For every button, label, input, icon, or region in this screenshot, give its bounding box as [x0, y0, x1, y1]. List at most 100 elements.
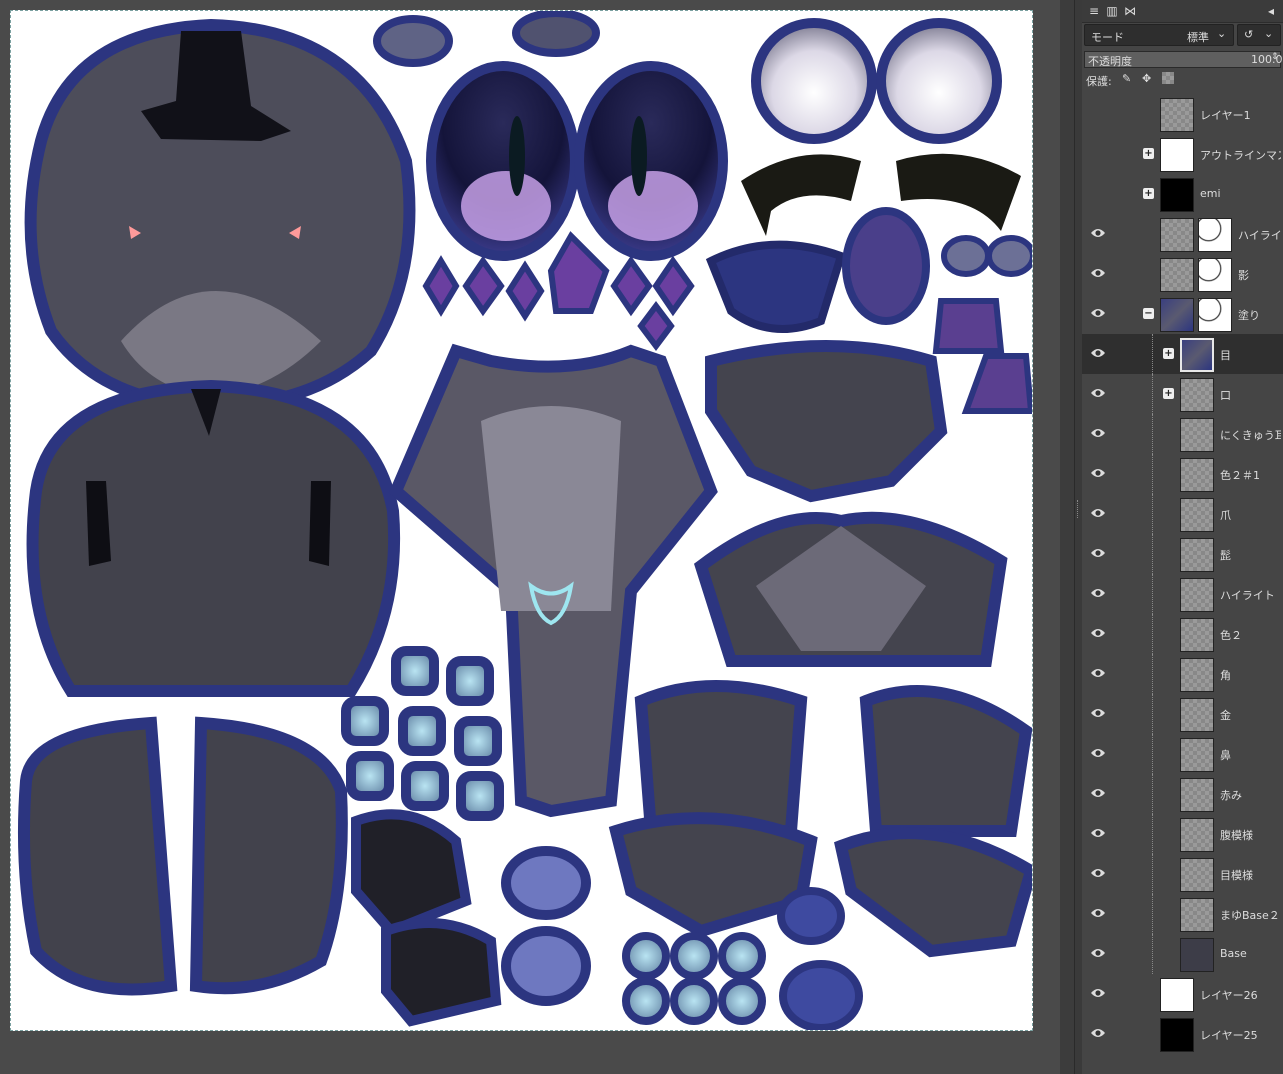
- expand-icon[interactable]: +: [1143, 188, 1154, 199]
- splitter-grip[interactable]: [1077, 500, 1081, 518]
- layer-row[interactable]: レイヤー26: [1082, 974, 1283, 1014]
- eye-hidden-icon[interactable]: [1090, 187, 1106, 199]
- eye-icon[interactable]: [1090, 867, 1106, 879]
- eye-icon[interactable]: [1090, 787, 1106, 799]
- eye-icon[interactable]: [1090, 467, 1106, 479]
- layer-thumbnail: [1180, 698, 1214, 732]
- layer-row[interactable]: 髭: [1082, 534, 1283, 574]
- mode-dropdown[interactable]: モード 標準 ⌄: [1084, 24, 1234, 46]
- layer-row[interactable]: 爪: [1082, 494, 1283, 534]
- spin-arrows-icon[interactable]: ⇕: [1271, 52, 1279, 62]
- layer-row[interactable]: 色２＃1: [1082, 454, 1283, 494]
- layer-thumbnail: [1180, 858, 1214, 892]
- layer-name: 角: [1220, 669, 1231, 682]
- eye-hidden-icon[interactable]: [1090, 107, 1106, 119]
- layer-thumbnail: [1160, 1018, 1194, 1052]
- layer-row[interactable]: 色２: [1082, 614, 1283, 654]
- layer-row[interactable]: 影: [1082, 254, 1283, 294]
- tree-line: [1152, 454, 1153, 494]
- layer-row[interactable]: + emi: [1082, 174, 1283, 214]
- layer-thumbnail: [1180, 898, 1214, 932]
- layer-name: 口: [1220, 389, 1231, 402]
- eye-icon[interactable]: [1090, 827, 1106, 839]
- mode-label: モード: [1091, 31, 1124, 44]
- layer-row[interactable]: + 目: [1082, 334, 1283, 374]
- layer-row[interactable]: 腹模様: [1082, 814, 1283, 854]
- layer-mask-thumbnail: [1198, 258, 1232, 292]
- eye-icon[interactable]: [1090, 627, 1106, 639]
- eye-icon[interactable]: [1090, 987, 1106, 999]
- eye-icon[interactable]: [1090, 1027, 1106, 1039]
- eye-icon[interactable]: [1090, 427, 1106, 439]
- layer-row[interactable]: レイヤー1: [1082, 94, 1283, 134]
- layer-name: 金: [1220, 709, 1231, 722]
- layer-row[interactable]: 目模様: [1082, 854, 1283, 894]
- layer-name: 鼻: [1220, 749, 1231, 762]
- layer-row[interactable]: まゆBase２: [1082, 894, 1283, 934]
- composite-mode-button[interactable]: ↺ ⌄: [1237, 24, 1281, 46]
- eye-icon[interactable]: [1090, 547, 1106, 559]
- layer-thumbnail: [1160, 258, 1194, 292]
- channels-tab-icon[interactable]: ▥: [1104, 3, 1120, 19]
- layer-name: レイヤー25: [1200, 1029, 1258, 1042]
- lock-row: 保護: ✎ ✥: [1084, 70, 1281, 90]
- lock-position-icon[interactable]: ✥: [1142, 72, 1151, 85]
- eye-icon[interactable]: [1090, 387, 1106, 399]
- tree-line: [1152, 334, 1153, 374]
- layer-row[interactable]: 角: [1082, 654, 1283, 694]
- expand-icon[interactable]: +: [1143, 148, 1154, 159]
- eye-icon[interactable]: [1090, 947, 1106, 959]
- layer-thumbnail: [1180, 338, 1214, 372]
- eye-icon[interactable]: [1090, 907, 1106, 919]
- layer-row[interactable]: − 塗り: [1082, 294, 1283, 334]
- layer-row[interactable]: 赤み: [1082, 774, 1283, 814]
- texture-image[interactable]: [10, 10, 1033, 1031]
- layer-row[interactable]: 鼻: [1082, 734, 1283, 774]
- layer-row[interactable]: ハイライト: [1082, 214, 1283, 254]
- eye-icon[interactable]: [1090, 707, 1106, 719]
- layer-thumbnail: [1180, 498, 1214, 532]
- canvas-vertical-scrollbar[interactable]: [1060, 0, 1074, 1074]
- layer-name: 腹模様: [1220, 829, 1253, 842]
- tree-line: [1152, 374, 1153, 414]
- layer-row[interactable]: レイヤー25: [1082, 1014, 1283, 1054]
- lock-pixels-icon[interactable]: ✎: [1122, 72, 1131, 85]
- layer-thumbnail: [1180, 738, 1214, 772]
- reset-icon: ↺: [1244, 28, 1254, 41]
- layer-row[interactable]: + アウトラインマスク: [1082, 134, 1283, 174]
- eye-icon[interactable]: [1090, 227, 1106, 239]
- chevron-down-icon: ⌄: [1217, 27, 1227, 40]
- layer-row[interactable]: 金: [1082, 694, 1283, 734]
- eye-icon[interactable]: [1090, 267, 1106, 279]
- layer-thumbnail: [1180, 618, 1214, 652]
- layer-row[interactable]: Base: [1082, 934, 1283, 974]
- eye-hidden-icon[interactable]: [1090, 147, 1106, 159]
- layer-row[interactable]: + 口: [1082, 374, 1283, 414]
- tree-line: [1152, 734, 1153, 774]
- layer-row[interactable]: ハイライト: [1082, 574, 1283, 614]
- layer-name: 目: [1220, 349, 1231, 362]
- layer-thumbnail: [1160, 138, 1194, 172]
- collapse-icon[interactable]: −: [1143, 308, 1154, 319]
- layer-name: 塗り: [1238, 309, 1260, 322]
- opacity-slider[interactable]: 不透明度 100.0 ⇕: [1084, 51, 1283, 68]
- layer-thumbnail: [1180, 658, 1214, 692]
- eye-icon[interactable]: [1090, 747, 1106, 759]
- layer-name: 爪: [1220, 509, 1231, 522]
- eye-icon[interactable]: [1090, 307, 1106, 319]
- eye-icon[interactable]: [1090, 347, 1106, 359]
- eye-icon[interactable]: [1090, 507, 1106, 519]
- expand-icon[interactable]: +: [1163, 348, 1174, 359]
- layer-row[interactable]: にくきゅう耳: [1082, 414, 1283, 454]
- expand-icon[interactable]: +: [1163, 388, 1174, 399]
- layer-name: 赤み: [1220, 789, 1242, 802]
- eye-icon[interactable]: [1090, 587, 1106, 599]
- paths-tab-icon[interactable]: ⋈: [1122, 3, 1138, 19]
- layers-tab-icon[interactable]: ≡: [1086, 3, 1102, 19]
- layer-thumbnail: [1160, 218, 1194, 252]
- lock-alpha-icon[interactable]: [1162, 72, 1174, 84]
- image-canvas-area[interactable]: [0, 0, 1078, 1074]
- eye-icon[interactable]: [1090, 667, 1106, 679]
- dock-menu-icon[interactable]: ◂: [1263, 3, 1279, 19]
- layer-name: 色２＃1: [1220, 469, 1260, 482]
